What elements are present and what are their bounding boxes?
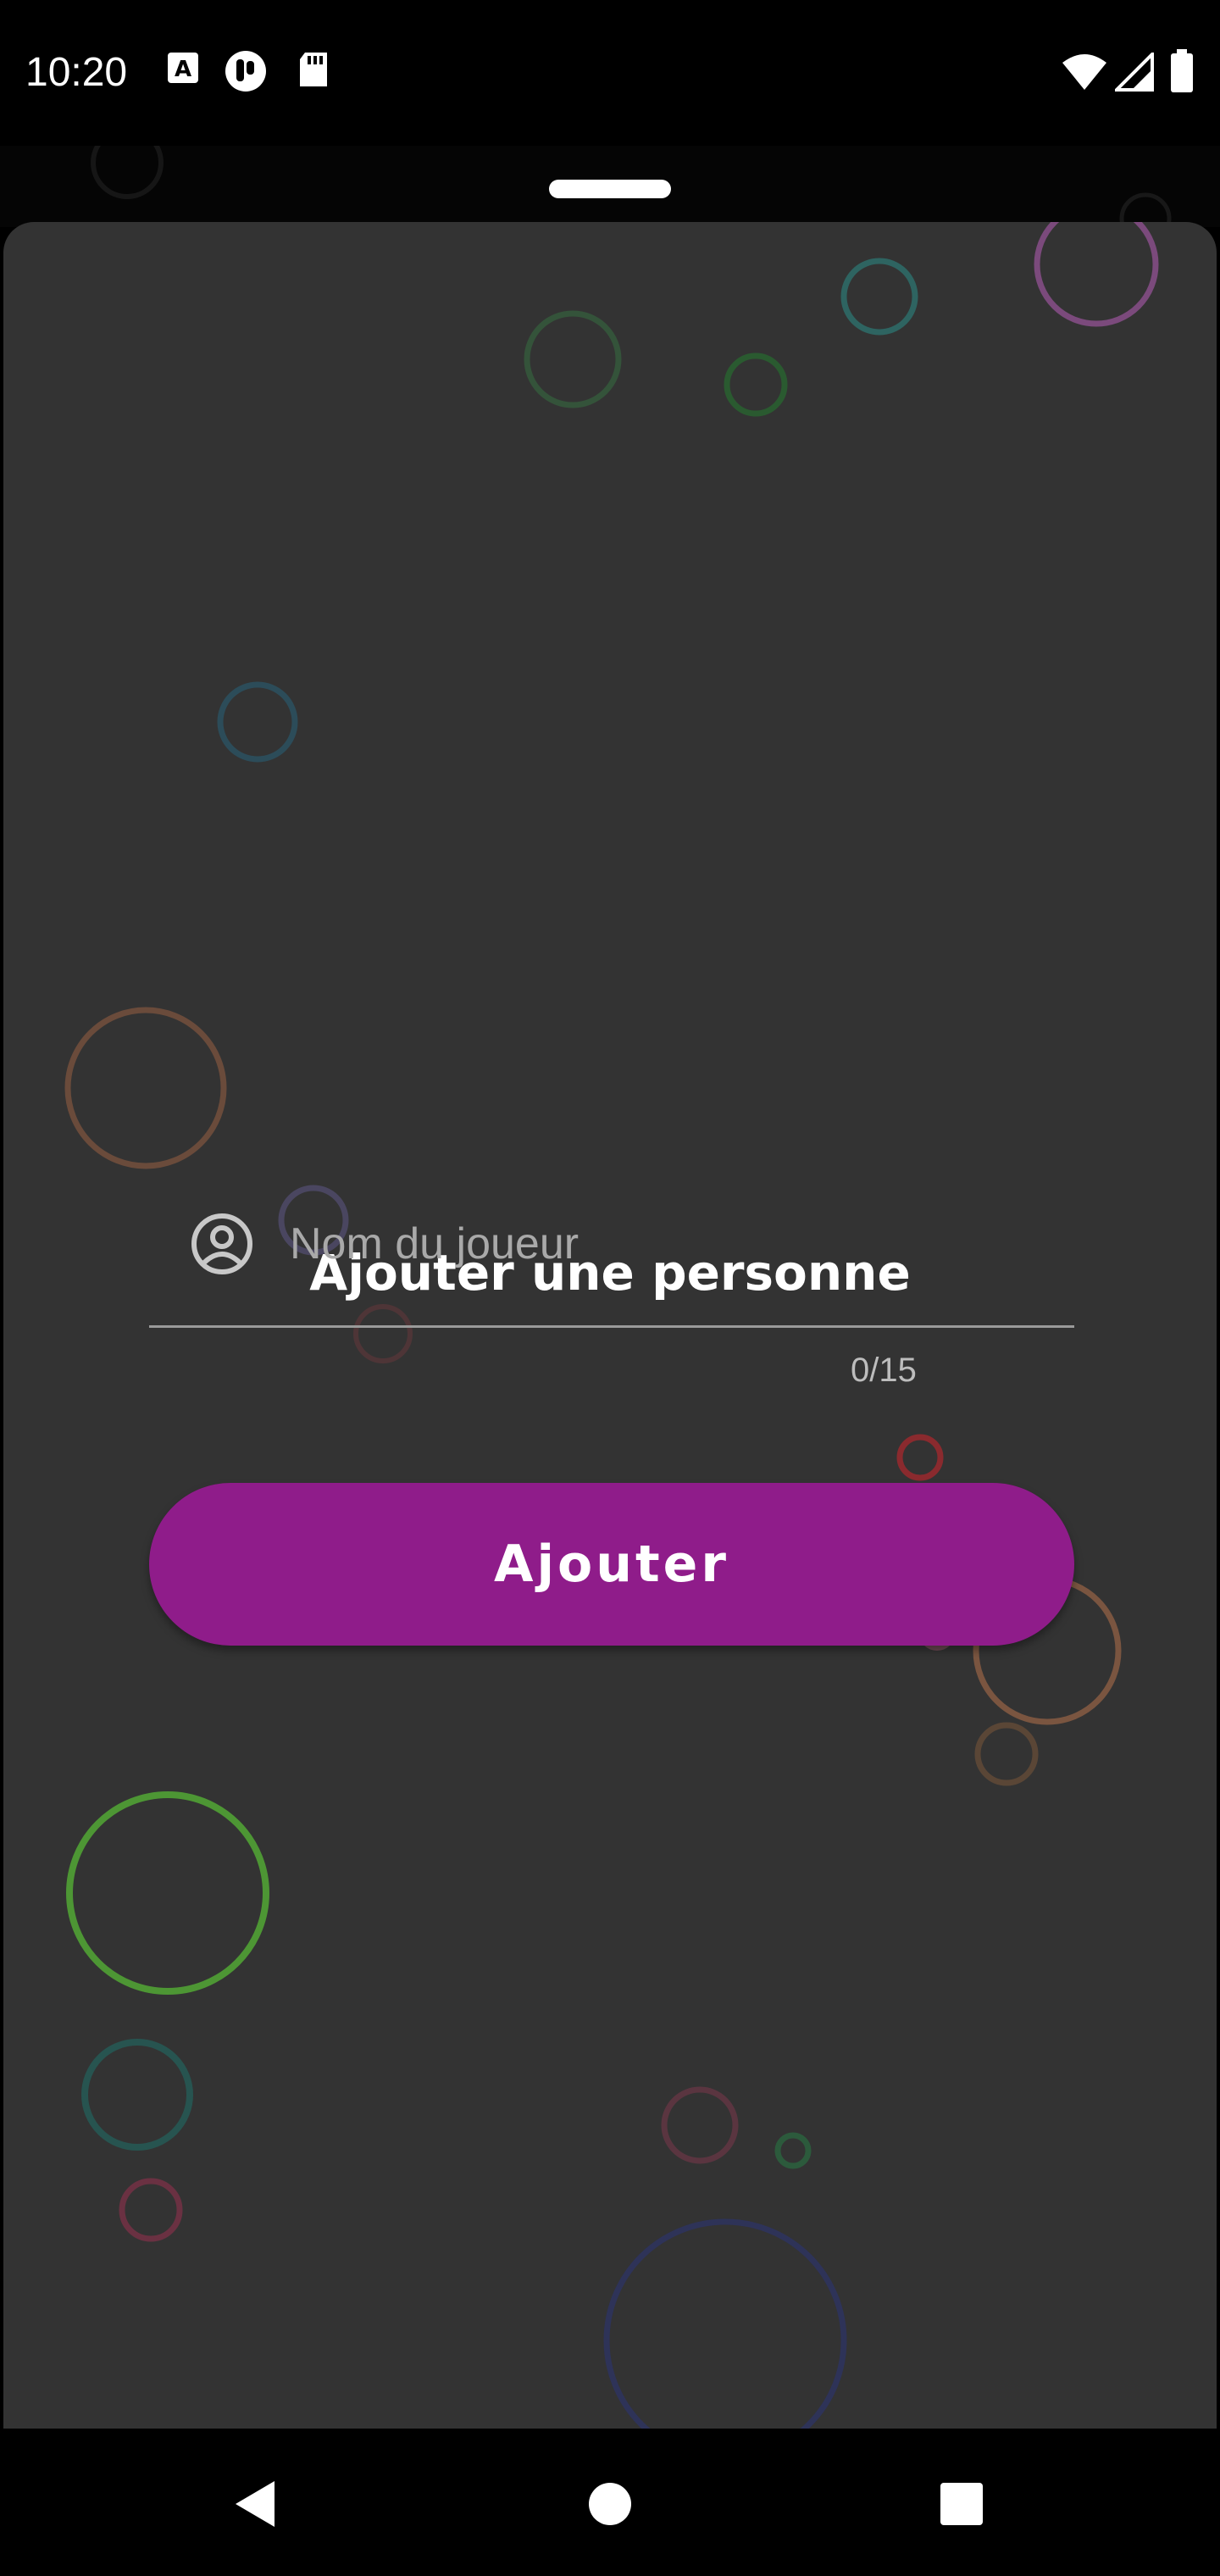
bubble — [603, 2218, 847, 2429]
wifi-icon — [1062, 54, 1106, 90]
account-circle-icon — [191, 1213, 252, 1274]
navigation-bar — [0, 2429, 1220, 2576]
status-time: 10:20 — [25, 50, 128, 95]
a-icon: A — [168, 53, 198, 83]
bubble — [774, 2132, 812, 2169]
bubble — [724, 353, 788, 417]
bubble — [524, 310, 622, 408]
recents-icon[interactable] — [923, 2466, 1000, 2542]
back-icon[interactable] — [217, 2466, 293, 2542]
sheet-drag-handle[interactable] — [549, 180, 671, 198]
add-button[interactable]: Ajouter — [149, 1483, 1074, 1646]
bubble — [840, 258, 918, 336]
bubble — [896, 1434, 944, 1481]
bubble — [81, 2039, 193, 2151]
bubble — [217, 681, 298, 763]
status-bar: 10:20 A — [0, 0, 1220, 146]
battery-icon — [1171, 49, 1193, 92]
home-icon[interactable] — [572, 2466, 648, 2542]
bubble — [661, 2086, 739, 2164]
player-name-input[interactable] — [290, 1202, 1052, 1286]
bubble — [1034, 222, 1159, 327]
bubble — [974, 1722, 1039, 1786]
character-counter: 0/15 — [851, 1352, 917, 1389]
fold-icon — [225, 51, 266, 92]
bubble — [64, 1007, 227, 1169]
sd-card-icon — [300, 53, 327, 86]
add-person-sheet: Ajouter une personne 0/15 Ajouter — [3, 222, 1217, 2429]
bubble — [66, 1791, 269, 1995]
player-name-field[interactable] — [149, 1186, 1074, 1329]
svg-text:A: A — [175, 57, 191, 82]
signal-icon — [1115, 53, 1154, 92]
input-underline — [149, 1325, 1074, 1328]
bubble — [119, 2178, 183, 2242]
